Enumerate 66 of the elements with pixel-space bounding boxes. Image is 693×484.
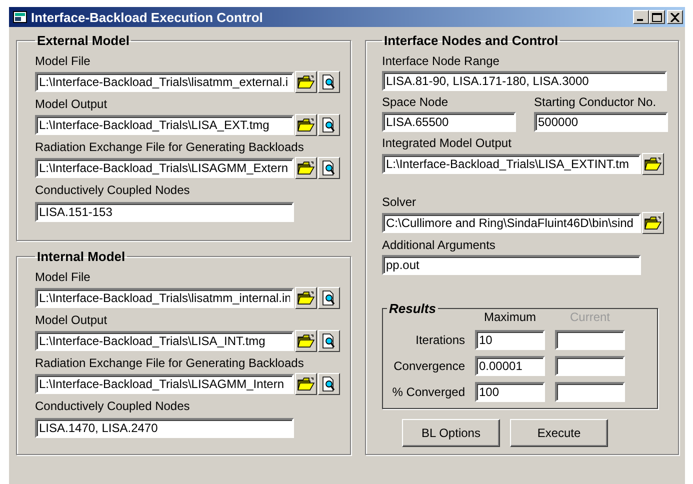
current-field[interactable] <box>555 330 625 350</box>
browse-button[interactable] <box>642 153 664 175</box>
row-label: % Converged <box>391 385 465 399</box>
browse-button[interactable] <box>295 287 317 309</box>
field-label: Radiation Exchange File for Generating Backloads <box>35 140 305 155</box>
field-label: Radiation Exchange File for Generating Backloads <box>35 356 305 371</box>
minimize-icon <box>637 19 643 21</box>
column-header: Current <box>568 310 611 324</box>
text-field[interactable]: LISA.1470, LISA.2470 <box>35 418 294 438</box>
group-title: Interface Nodes and Control <box>383 33 560 48</box>
field-label: Model Output <box>35 97 108 112</box>
view-button[interactable] <box>318 157 340 179</box>
execute-button[interactable]: Execute <box>510 419 608 447</box>
column-header: Maximum <box>482 310 537 324</box>
text-field[interactable]: pp.out <box>382 255 641 275</box>
browse-button[interactable] <box>295 157 317 179</box>
view-button[interactable] <box>318 71 340 93</box>
group-title: External Model <box>36 33 130 48</box>
maximum-field[interactable]: 0.00001 <box>475 356 545 376</box>
text-field[interactable]: LISA.81-90, LISA.171-180, LISA.3000 <box>382 71 667 91</box>
field-label: Integrated Model Output <box>382 136 512 151</box>
text-field[interactable]: L:\Interface-Backload_Trials\LISA_EXTINT.tm <box>382 154 641 174</box>
field-label: Conductively Coupled Nodes <box>35 183 191 198</box>
field-label: Model File <box>35 270 92 285</box>
text-field[interactable]: 500000 <box>534 112 668 132</box>
window-title: Interface-Backload Execution Control <box>31 10 264 24</box>
view-button[interactable] <box>318 373 340 395</box>
window-app-icon <box>13 11 27 23</box>
options-button[interactable]: BL Options <box>402 419 500 447</box>
field-label: Solver <box>382 195 418 210</box>
field-label: Space Node <box>382 95 450 110</box>
browse-button[interactable] <box>642 212 664 234</box>
text-field[interactable]: L:\Interface-Backload_Trials\lisatmm_external.i <box>35 72 294 92</box>
current-field[interactable] <box>555 382 625 402</box>
close-button[interactable] <box>667 10 683 24</box>
text-field[interactable]: L:\Interface-Backload_Trials\LISA_INT.tmg <box>35 331 294 351</box>
group-title: Results <box>388 301 437 316</box>
view-button[interactable] <box>318 330 340 352</box>
browse-button[interactable] <box>295 330 317 352</box>
maximum-field[interactable]: 100 <box>475 382 545 402</box>
row-label: Iterations <box>414 333 465 347</box>
group-title: Internal Model <box>36 249 126 264</box>
maximum-field[interactable]: 10 <box>475 330 545 350</box>
row-label: Convergence <box>392 359 465 373</box>
text-field[interactable]: LISA.151-153 <box>35 202 294 222</box>
text-field[interactable]: L:\Interface-Backload_Trials\LISA_EXT.tmg <box>35 115 294 135</box>
text-field[interactable]: L:\Interface-Backload_Trials\LISAGMM_Extern <box>35 158 294 178</box>
current-field[interactable] <box>555 356 625 376</box>
field-label: Interface Node Range <box>382 54 500 69</box>
text-field[interactable]: L:\Interface-Backload_Trials\LISAGMM_Intern <box>35 374 294 394</box>
browse-button[interactable] <box>295 71 317 93</box>
maximize-icon <box>652 12 662 22</box>
text-field[interactable]: LISA.65500 <box>382 112 516 132</box>
field-label: Additional Arguments <box>382 238 496 253</box>
text-field[interactable]: C:\Cullimore and Ring\SindaFluint46D\bin\sind <box>382 213 641 233</box>
field-label: Starting Conductor No. <box>534 95 658 110</box>
browse-button[interactable] <box>295 114 317 136</box>
view-button[interactable] <box>318 287 340 309</box>
close-icon <box>670 12 680 22</box>
field-label: Model Output <box>35 313 108 328</box>
maximize-button[interactable] <box>649 10 665 24</box>
field-label: Conductively Coupled Nodes <box>35 399 191 414</box>
browse-button[interactable] <box>295 373 317 395</box>
view-button[interactable] <box>318 114 340 136</box>
minimize-button[interactable] <box>633 10 649 24</box>
field-label: Model File <box>35 54 92 69</box>
